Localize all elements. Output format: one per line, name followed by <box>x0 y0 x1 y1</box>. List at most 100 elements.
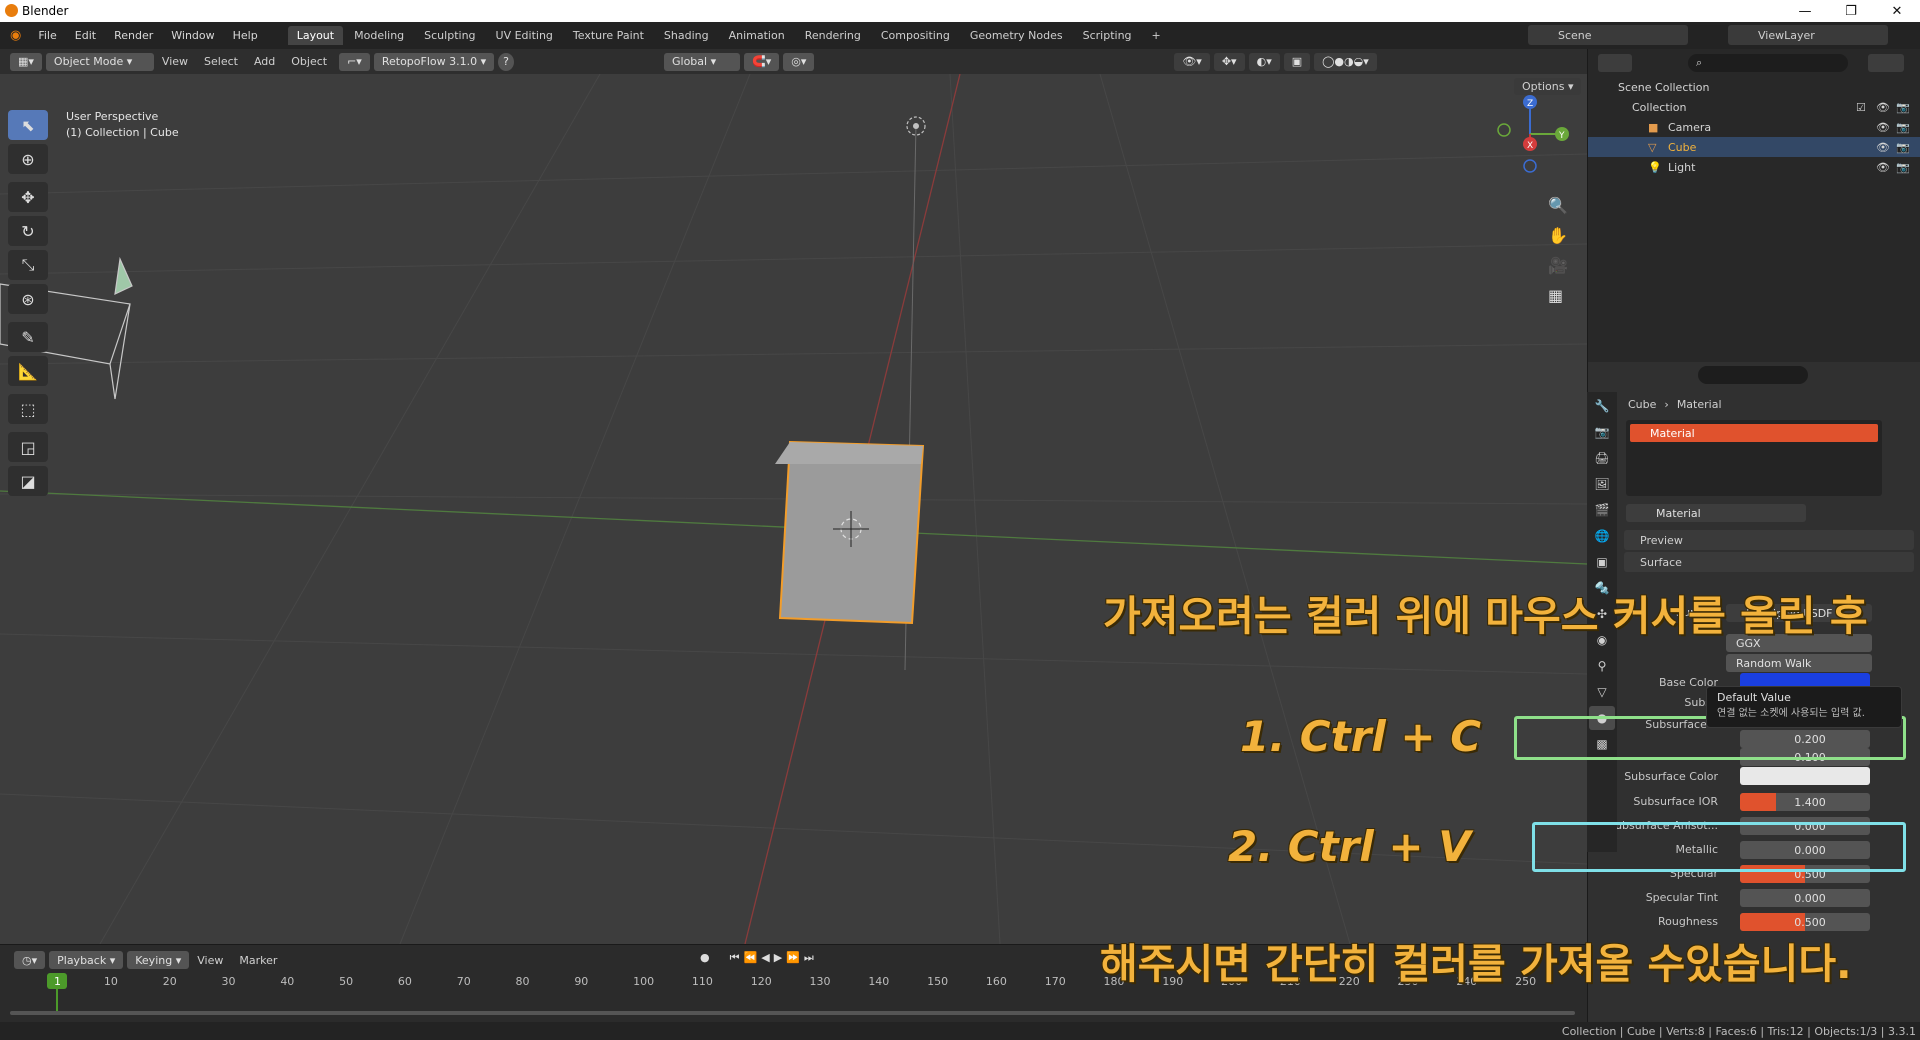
prev-keyframe-icon[interactable]: ⏪ <box>744 951 758 965</box>
timeline-scrollbar[interactable] <box>10 1011 1575 1015</box>
outliner-item-light[interactable]: 💡 Light 👁 📷 <box>1588 157 1920 177</box>
hand-icon[interactable]: ✋ <box>1548 226 1568 245</box>
outliner-item-cube[interactable]: ▽ Cube 👁 📷 <box>1588 137 1920 157</box>
transform-pivot-button[interactable]: ⌐▾ <box>339 52 370 71</box>
camera-view-icon[interactable]: 🎥 <box>1548 256 1568 275</box>
tab-uv-editing[interactable]: UV Editing <box>487 26 562 45</box>
timeline-view-menu[interactable]: View <box>189 954 231 967</box>
tab-modeling[interactable]: Modeling <box>345 26 413 45</box>
help-button[interactable]: ? <box>498 52 514 71</box>
tab-data-icon[interactable]: ▽ <box>1589 680 1615 704</box>
outliner-editor-type[interactable] <box>1598 54 1632 72</box>
outliner-collection[interactable]: Collection ☑ 👁 📷 <box>1588 97 1920 117</box>
record-icon[interactable]: ● <box>700 951 710 965</box>
menu-add[interactable]: Add <box>246 55 283 68</box>
minimize-button[interactable]: — <box>1782 0 1828 22</box>
jump-end-icon[interactable]: ⏭ <box>804 951 814 965</box>
move-tool[interactable]: ✥ <box>8 182 48 212</box>
tab-world-icon[interactable]: 🌐 <box>1589 524 1615 548</box>
extra-tool-1[interactable]: ◲ <box>8 432 48 462</box>
tab-scene-icon[interactable]: 🎬 <box>1589 498 1615 522</box>
eye-icon[interactable]: 👁 <box>1876 121 1890 134</box>
overlay-toggle-button[interactable]: ◐▾ <box>1248 52 1280 71</box>
tab-layout[interactable]: Layout <box>287 26 344 45</box>
camera-icon[interactable]: 📷 <box>1896 121 1910 134</box>
tab-rendering[interactable]: Rendering <box>796 26 870 45</box>
menu-object[interactable]: Object <box>283 55 335 68</box>
property-slider[interactable]: 1.400 <box>1740 793 1870 811</box>
tab-render-icon[interactable]: 📷 <box>1589 420 1615 444</box>
tab-compositing[interactable]: Compositing <box>872 26 959 45</box>
jump-start-icon[interactable]: ⏮ <box>730 951 740 965</box>
close-button[interactable]: ✕ <box>1874 0 1920 22</box>
cursor-tool[interactable]: ⊕ <box>8 144 48 174</box>
measure-tool[interactable]: 📐 <box>8 356 48 386</box>
zoom-icon[interactable]: 🔍 <box>1548 196 1568 215</box>
blender-menu-icon[interactable]: ◉ <box>10 28 21 43</box>
panel-preview[interactable]: Preview <box>1624 530 1914 550</box>
tab-animation[interactable]: Animation <box>720 26 794 45</box>
xray-button[interactable]: ▣ <box>1283 52 1311 71</box>
subsurface-method-dropdown[interactable]: Random Walk <box>1726 654 1872 672</box>
mode-dropdown[interactable]: Object Mode ▾ <box>45 52 154 71</box>
tab-tool-icon[interactable]: 🔧 <box>1589 394 1615 418</box>
panel-surface[interactable]: Surface <box>1624 552 1914 572</box>
tab-geometry-nodes[interactable]: Geometry Nodes <box>961 26 1072 45</box>
rotate-tool[interactable]: ↻ <box>8 216 48 246</box>
view-layer-selector[interactable]: ViewLayer <box>1728 25 1888 45</box>
outliner-root[interactable]: Scene Collection <box>1588 77 1920 97</box>
menu-help[interactable]: Help <box>224 29 267 42</box>
add-workspace-button[interactable]: + <box>1143 26 1170 45</box>
add-cube-tool[interactable]: ⬚ <box>8 394 48 424</box>
outliner-search[interactable]: ⌕ <box>1688 54 1848 72</box>
tab-view-layer-icon[interactable]: 🖼 <box>1589 472 1615 496</box>
grid-icon[interactable]: ▦ <box>1548 286 1563 305</box>
visibility-button[interactable]: 👁▾ <box>1174 52 1210 71</box>
material-slot-item[interactable]: Material <box>1630 424 1878 442</box>
play-reverse-icon[interactable]: ◀ <box>761 951 769 965</box>
retopoflow-dropdown[interactable]: RetopoFlow 3.1.0 ▾ <box>373 52 495 71</box>
editor-type-button[interactable]: ▦▾ <box>10 52 42 71</box>
restore-button[interactable]: ❐ <box>1828 0 1874 22</box>
keying-menu[interactable]: Keying ▾ <box>127 951 190 969</box>
eye-icon[interactable]: 👁 <box>1876 161 1890 174</box>
checkbox-icon[interactable]: ☑ <box>1856 101 1866 114</box>
viewport-3d[interactable]: User Perspective (1) Collection | Cube ⬉… <box>0 74 1587 944</box>
menu-window[interactable]: Window <box>162 29 223 42</box>
scene-selector[interactable]: Scene <box>1528 25 1688 45</box>
menu-select[interactable]: Select <box>196 55 246 68</box>
snap-button[interactable]: 🧲▾ <box>744 52 780 71</box>
extra-tool-2[interactable]: ◪ <box>8 466 48 496</box>
filter-button[interactable] <box>1868 54 1904 72</box>
transform-tool[interactable]: ⊛ <box>8 284 48 314</box>
outliner-search-input[interactable] <box>1706 55 1827 71</box>
annotate-tool[interactable]: ✎ <box>8 322 48 352</box>
timeline-editor-type[interactable]: ◷▾ <box>14 951 46 969</box>
property-slider[interactable]: 0.500 <box>1740 913 1870 931</box>
select-box-tool[interactable]: ⬉ <box>8 110 48 140</box>
playback-menu[interactable]: Playback ▾ <box>49 951 124 969</box>
next-keyframe-icon[interactable]: ⏩ <box>786 951 800 965</box>
play-icon[interactable]: ▶ <box>774 951 782 965</box>
menu-render[interactable]: Render <box>105 29 162 42</box>
eye-icon[interactable]: 👁 <box>1876 101 1890 114</box>
scale-tool[interactable]: ⤡ <box>8 250 48 280</box>
proportional-edit-button[interactable]: ◎▾ <box>783 52 815 71</box>
menu-edit[interactable]: Edit <box>66 29 105 42</box>
tab-object-icon[interactable]: ▣ <box>1589 550 1615 574</box>
timeline-marker-menu[interactable]: Marker <box>231 954 285 967</box>
shading-modes[interactable]: ◯●◑◒▾ <box>1314 52 1377 71</box>
camera-icon[interactable]: 📷 <box>1896 101 1910 114</box>
menu-file[interactable]: File <box>29 29 65 42</box>
navigation-gizmo[interactable]: Z Y X <box>1490 94 1570 174</box>
material-selector[interactable]: Material <box>1626 504 1806 522</box>
eye-icon[interactable]: 👁 <box>1876 141 1890 154</box>
gizmo-toggle-button[interactable]: ✥▾ <box>1213 52 1245 71</box>
camera-icon[interactable]: 📷 <box>1896 141 1910 154</box>
tab-constraints-icon[interactable]: ⚲ <box>1589 654 1615 678</box>
subsurface-color-swatch[interactable] <box>1740 767 1870 785</box>
tab-output-icon[interactable]: 🖨 <box>1589 446 1615 470</box>
options-button[interactable]: Options ▾ <box>1514 78 1582 95</box>
tab-texture-paint[interactable]: Texture Paint <box>564 26 653 45</box>
tab-sculpting[interactable]: Sculpting <box>415 26 484 45</box>
